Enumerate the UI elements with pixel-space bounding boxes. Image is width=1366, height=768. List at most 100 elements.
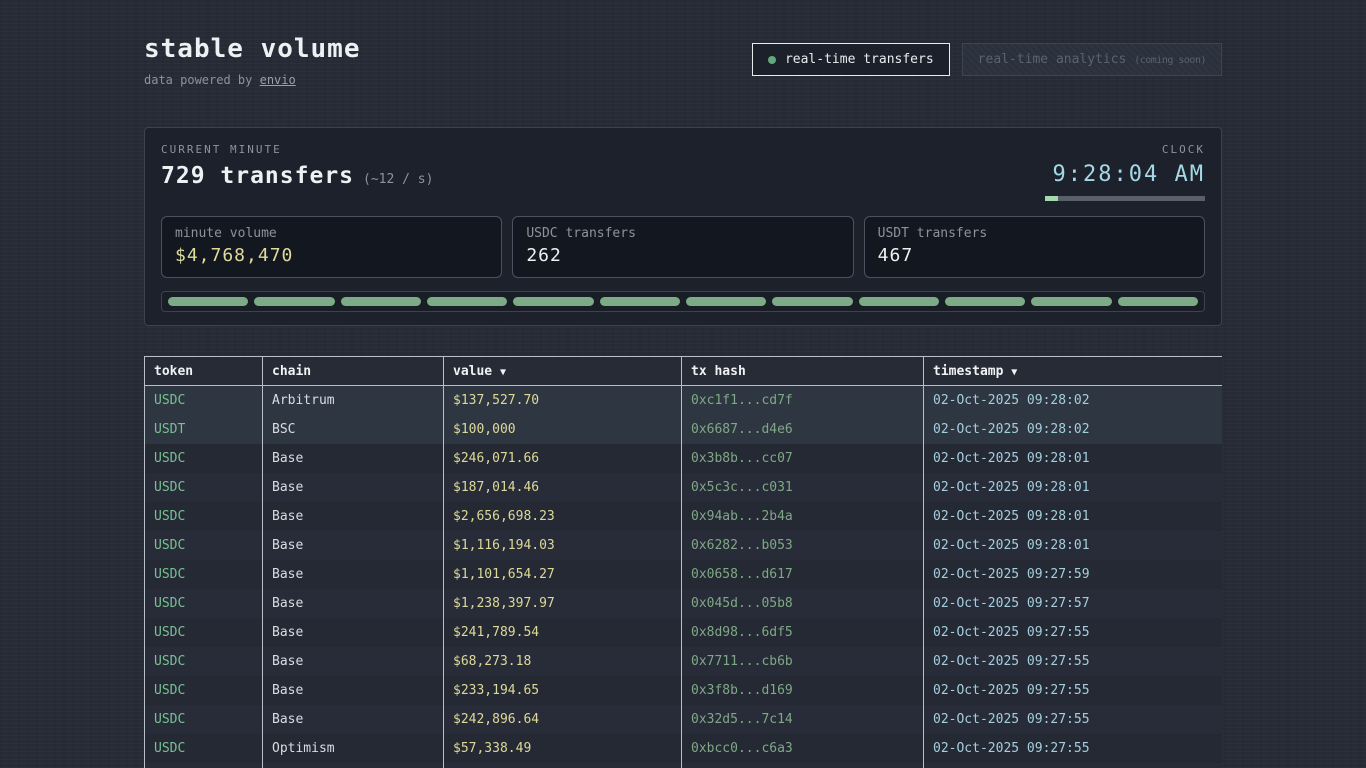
timestamp-cell: 02-Oct-2025 09:28:01 xyxy=(924,502,1222,531)
transfer-count: 729 transfers xyxy=(161,163,354,189)
stat-label: minute volume xyxy=(175,226,488,241)
token-cell: USDC xyxy=(145,502,263,531)
tx-hash-link[interactable]: 0x045d...05b8 xyxy=(682,589,924,618)
value-cell: $137,527.70 xyxy=(444,386,682,415)
activity-segment xyxy=(513,297,593,306)
stat-boxes: minute volume $4,768,470 USDC transfers … xyxy=(161,216,1205,278)
stat-value: 467 xyxy=(878,245,1191,266)
clock-block: CLOCK 9:28:04 AM xyxy=(1045,143,1205,201)
stat-minute-volume: minute volume $4,768,470 xyxy=(161,216,502,278)
chain-cell: Base xyxy=(263,618,444,647)
tx-hash-link[interactable]: 0x8d98...6df5 xyxy=(682,618,924,647)
tab-label: real-time transfers xyxy=(785,52,934,67)
value-cell: $241,789.54 xyxy=(444,618,682,647)
transfers-table: token chain value ▼ tx hash timestamp ▼ … xyxy=(144,356,1222,768)
value-cell: $1,101,654.27 xyxy=(444,560,682,589)
timestamp-cell: 02-Oct-2025 09:27:55 xyxy=(924,734,1222,763)
timestamp-cell: 02-Oct-2025 09:27:55 xyxy=(924,676,1222,705)
page: stable volume data powered by envio real… xyxy=(144,0,1222,768)
token-cell: USDC xyxy=(145,705,263,734)
clock-label: CLOCK xyxy=(1045,143,1205,156)
live-dot-icon xyxy=(768,56,776,64)
value-cell: $1,238,397.97 xyxy=(444,589,682,618)
activity-segment xyxy=(686,297,766,306)
value-cell: $233,194.65 xyxy=(444,763,682,768)
activity-segment xyxy=(1118,297,1198,306)
envio-link[interactable]: envio xyxy=(260,73,296,87)
column-header-chain: chain xyxy=(263,357,444,386)
tx-hash-link[interactable]: 0x0658...d617 xyxy=(682,560,924,589)
timestamp-cell: 02-Oct-2025 09:28:01 xyxy=(924,473,1222,502)
value-cell: $2,656,698.23 xyxy=(444,502,682,531)
activity-segment xyxy=(600,297,680,306)
activity-segment xyxy=(859,297,939,306)
activity-segment xyxy=(254,297,334,306)
tx-hash-link[interactable]: 0x32d5...7c14 xyxy=(682,705,924,734)
chain-cell: Arbitrum xyxy=(263,386,444,415)
stat-label: USDT transfers xyxy=(878,226,1191,241)
header: stable volume data powered by envio real… xyxy=(144,34,1222,87)
token-cell: USDC xyxy=(145,386,263,415)
value-cell: $68,273.18 xyxy=(444,647,682,676)
sort-desc-icon: ▼ xyxy=(500,367,506,378)
tx-hash-link[interactable]: 0x3b8b...cc07 xyxy=(682,444,924,473)
value-cell: $57,338.49 xyxy=(444,734,682,763)
tab-bar: real-time transfers real-time analytics … xyxy=(752,43,1222,76)
title-block: stable volume data powered by envio xyxy=(144,34,361,87)
chain-cell: Base xyxy=(263,763,444,768)
coming-soon-badge: (coming soon) xyxy=(1134,55,1206,66)
tx-hash-link[interactable]: 0xc1f1...cd7f xyxy=(682,386,924,415)
tx-hash-link[interactable]: 0xbcc0...c6a3 xyxy=(682,734,924,763)
transfer-rate: (~12 / s) xyxy=(363,172,433,187)
token-cell: USDC xyxy=(145,531,263,560)
token-cell: USDC xyxy=(145,763,263,768)
activity-segment xyxy=(168,297,248,306)
token-cell: USDC xyxy=(145,560,263,589)
timestamp-cell: 02-Oct-2025 09:27:57 xyxy=(924,589,1222,618)
tx-hash-link[interactable]: 0x6687...d4e6 xyxy=(682,415,924,444)
current-minute-block: CURRENT MINUTE 729 transfers (~12 / s) xyxy=(161,143,433,189)
stat-label: USDC transfers xyxy=(526,226,839,241)
tab-real-time-transfers[interactable]: real-time transfers xyxy=(752,43,950,76)
tx-hash-link[interactable]: 0x6282...b053 xyxy=(682,531,924,560)
column-header-timestamp[interactable]: timestamp ▼ xyxy=(924,357,1222,386)
column-header-value[interactable]: value ▼ xyxy=(444,357,682,386)
chain-cell: Base xyxy=(263,531,444,560)
chain-cell: Base xyxy=(263,502,444,531)
tx-hash-link[interactable]: 0x94ab...2b4a xyxy=(682,502,924,531)
chain-cell: Base xyxy=(263,444,444,473)
timestamp-cell: 02-Oct-2025 09:28:01 xyxy=(924,444,1222,473)
tx-hash-link[interactable]: 0x7711...cb6b xyxy=(682,647,924,676)
stat-usdc-transfers: USDC transfers 262 xyxy=(512,216,853,278)
tx-hash-link[interactable]: 0x5c3c...c031 xyxy=(682,473,924,502)
timestamp-cell: 02-Oct-2025 09:27:55 xyxy=(924,618,1222,647)
chain-cell: BSC xyxy=(263,415,444,444)
subtitle: data powered by envio xyxy=(144,73,361,87)
minute-progress-bar xyxy=(1045,196,1205,201)
token-cell: USDC xyxy=(145,676,263,705)
tx-hash-link[interactable]: 0xbf75...3661 xyxy=(682,763,924,768)
timestamp-cell: 02-Oct-2025 09:28:02 xyxy=(924,415,1222,444)
timestamp-cell: 02-Oct-2025 09:27:53 xyxy=(924,763,1222,768)
chain-cell: Optimism xyxy=(263,734,444,763)
timestamp-cell: 02-Oct-2025 09:28:02 xyxy=(924,386,1222,415)
tab-label: real-time analytics xyxy=(978,52,1127,67)
timestamp-cell: 02-Oct-2025 09:27:55 xyxy=(924,705,1222,734)
page-title: stable volume xyxy=(144,34,361,64)
token-cell: USDT xyxy=(145,415,263,444)
value-cell: $242,896.64 xyxy=(444,705,682,734)
tx-hash-link[interactable]: 0x3f8b...d169 xyxy=(682,676,924,705)
value-cell: $187,014.46 xyxy=(444,473,682,502)
activity-segment xyxy=(945,297,1025,306)
value-cell: $246,071.66 xyxy=(444,444,682,473)
chain-cell: Base xyxy=(263,647,444,676)
minute-progress-fill xyxy=(1045,196,1058,201)
tab-real-time-analytics: real-time analytics (coming soon) xyxy=(962,43,1222,76)
stat-value: $4,768,470 xyxy=(175,245,488,266)
token-cell: USDC xyxy=(145,618,263,647)
current-minute-label: CURRENT MINUTE xyxy=(161,143,433,156)
activity-segment-bar xyxy=(161,291,1205,312)
activity-segment xyxy=(1031,297,1111,306)
activity-segment xyxy=(341,297,421,306)
column-header-tx-hash: tx hash xyxy=(682,357,924,386)
